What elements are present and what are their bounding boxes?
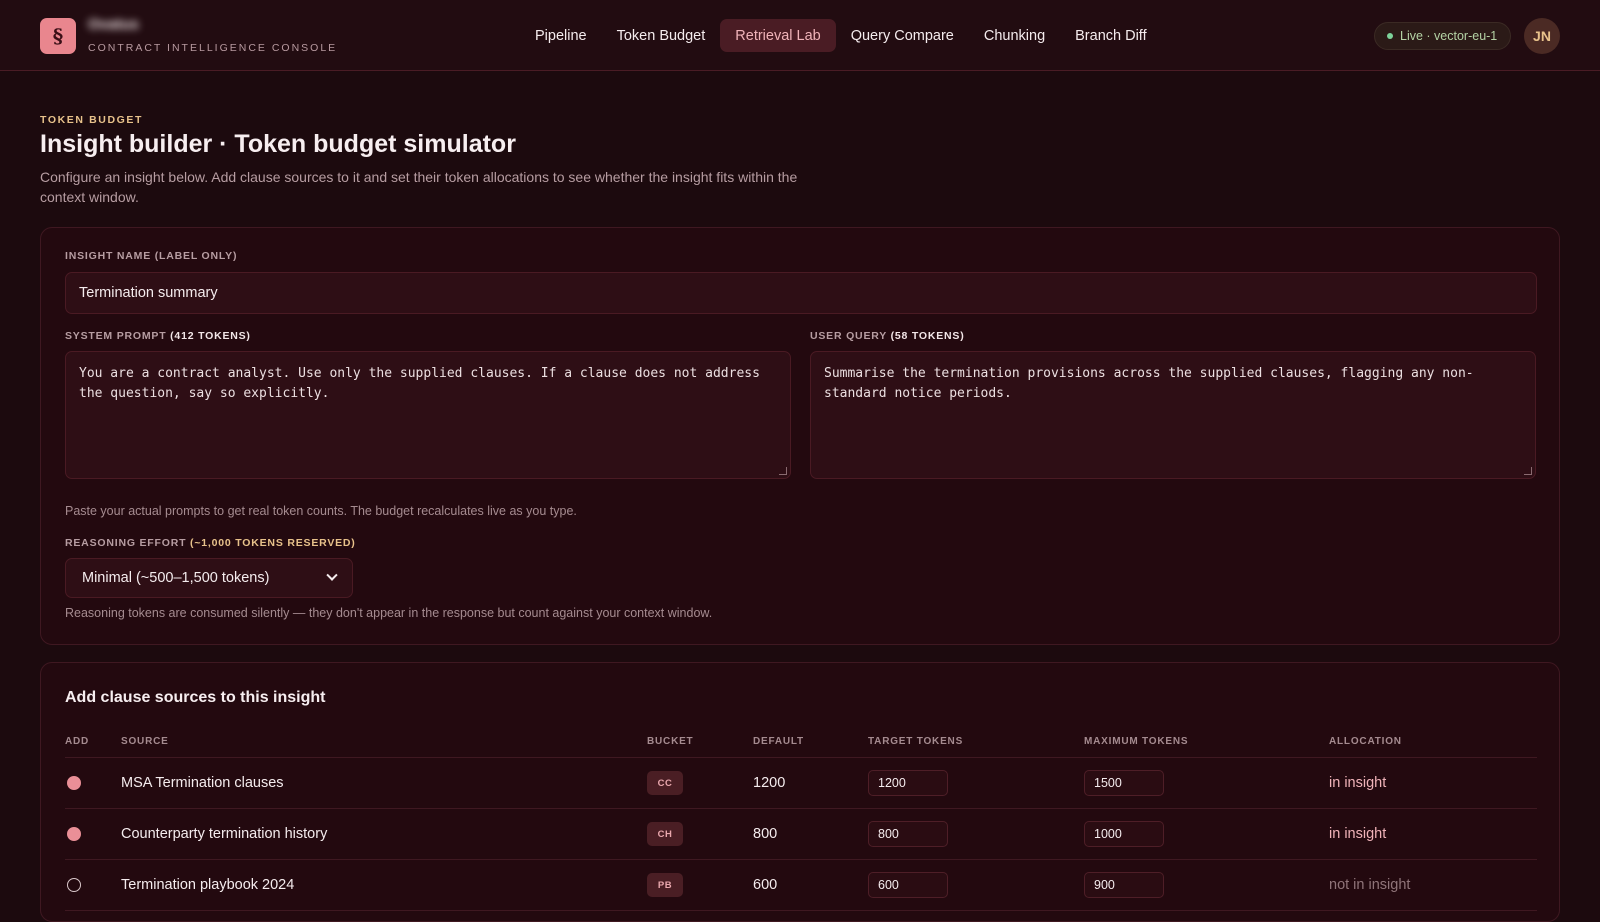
reasoning-reserved-tokens: (~1,000 TOKENS RESERVED)	[190, 537, 356, 549]
default-tokens: 600	[753, 877, 778, 893]
default-tokens: 800	[753, 826, 778, 842]
max-tokens-input[interactable]: 900	[1084, 872, 1164, 898]
page-title: Insight builder · Token budget simulator	[40, 130, 516, 158]
bucket-badge: CC	[647, 771, 683, 795]
allocation-status: in insight	[1329, 775, 1387, 791]
system-prompt-text: You are a contract analyst. Use only the…	[79, 366, 760, 401]
target-tokens-input[interactable]: 600	[868, 872, 948, 898]
user-query-label: USER QUERY (58 TOKENS)	[810, 330, 965, 342]
table-row: Termination playbook 2024 PB 600 600 900…	[65, 860, 1537, 911]
system-prompt-label-text: SYSTEM PROMPT	[65, 330, 167, 342]
bucket-badge: CH	[647, 822, 683, 846]
add-checkbox[interactable]	[67, 878, 81, 892]
brand-name: Ovatus	[88, 16, 139, 33]
status-badge: Live · vector-eu-1	[1374, 22, 1512, 50]
add-checkbox[interactable]	[67, 827, 81, 841]
insight-name-input[interactable]: Termination summary	[65, 272, 1537, 314]
status-label: Live · vector-eu-1	[1400, 29, 1498, 43]
avatar[interactable]: JN	[1524, 18, 1560, 54]
reasoning-effort-select[interactable]: Minimal (~500–1,500 tokens)	[65, 558, 353, 598]
page-eyebrow: TOKEN BUDGET	[40, 114, 144, 126]
allocation-status: not in insight	[1329, 877, 1411, 893]
nav-item-chunking[interactable]: Chunking	[969, 19, 1060, 52]
allocation-status: in insight	[1329, 826, 1387, 842]
source-name: Termination playbook 2024	[121, 877, 295, 893]
nav-item-query-compare[interactable]: Query Compare	[836, 19, 969, 52]
nav-item-retrieval-lab[interactable]: Retrieval Lab	[720, 19, 836, 52]
chevron-down-icon	[326, 569, 338, 581]
resize-handle-icon[interactable]	[1524, 467, 1532, 475]
user-query-text: Summarise the termination provisions acr…	[824, 366, 1474, 401]
reasoning-hint: Reasoning tokens are consumed silently —…	[65, 606, 713, 620]
nav-item-pipeline[interactable]: Pipeline	[520, 19, 602, 52]
add-checkbox[interactable]	[67, 776, 81, 790]
sources-card-title: Add clause sources to this insight	[65, 689, 326, 706]
logo-icon[interactable]: §	[40, 18, 76, 54]
source-name: Counterparty termination history	[121, 826, 328, 842]
user-query-textarea[interactable]: Summarise the termination provisions acr…	[810, 351, 1536, 479]
top-bar: § Ovatus CONTRACT INTELLIGENCE CONSOLE P…	[0, 0, 1600, 71]
page-description: Configure an insight below. Add clause s…	[40, 169, 798, 205]
resize-handle-icon[interactable]	[779, 467, 787, 475]
column-header-add: ADD	[65, 736, 90, 747]
main-nav: Pipeline Token Budget Retrieval Lab Quer…	[520, 19, 1162, 52]
column-header-source: SOURCE	[121, 736, 169, 747]
target-tokens-input[interactable]: 800	[868, 821, 948, 847]
column-header-bucket: BUCKET	[647, 736, 694, 747]
insight-name-label: INSIGHT NAME (LABEL ONLY)	[65, 250, 238, 262]
source-name: MSA Termination clauses	[121, 775, 284, 791]
column-header-maximum-tokens: MAXIMUM TOKENS	[1084, 736, 1189, 747]
clause-sources-card: Add clause sources to this insight ADD S…	[40, 662, 1560, 922]
target-tokens-input[interactable]: 1200	[868, 770, 948, 796]
nav-item-branch-diff[interactable]: Branch Diff	[1060, 19, 1161, 52]
reasoning-effort-value: Minimal (~500–1,500 tokens)	[82, 570, 270, 586]
status-dot-icon	[1387, 33, 1393, 39]
user-query-label-text: USER QUERY	[810, 330, 887, 342]
system-prompt-label: SYSTEM PROMPT (412 TOKENS)	[65, 330, 251, 342]
insight-config-card: INSIGHT NAME (LABEL ONLY) Termination su…	[40, 227, 1560, 645]
system-prompt-token-count: (412 TOKENS)	[170, 330, 251, 342]
column-header-default: DEFAULT	[753, 736, 804, 747]
bucket-badge: PB	[647, 873, 683, 897]
column-header-allocation: ALLOCATION	[1329, 736, 1402, 747]
system-prompt-textarea[interactable]: You are a contract analyst. Use only the…	[65, 351, 791, 479]
reasoning-effort-label-text: REASONING EFFORT	[65, 537, 187, 549]
table-row: Counterparty termination history CH 800 …	[65, 809, 1537, 860]
nav-item-token-budget[interactable]: Token Budget	[602, 19, 721, 52]
table-row: MSA Termination clauses CC 1200 1200 150…	[65, 758, 1537, 809]
default-tokens: 1200	[753, 775, 786, 791]
user-query-token-count: (58 TOKENS)	[890, 330, 965, 342]
reasoning-effort-label: REASONING EFFORT (~1,000 TOKENS RESERVED…	[65, 537, 356, 549]
prompt-hint: Paste your actual prompts to get real to…	[65, 504, 577, 518]
column-header-target-tokens: TARGET TOKENS	[868, 736, 964, 747]
brand-subtitle: CONTRACT INTELLIGENCE CONSOLE	[88, 42, 338, 54]
max-tokens-input[interactable]: 1500	[1084, 770, 1164, 796]
max-tokens-input[interactable]: 1000	[1084, 821, 1164, 847]
